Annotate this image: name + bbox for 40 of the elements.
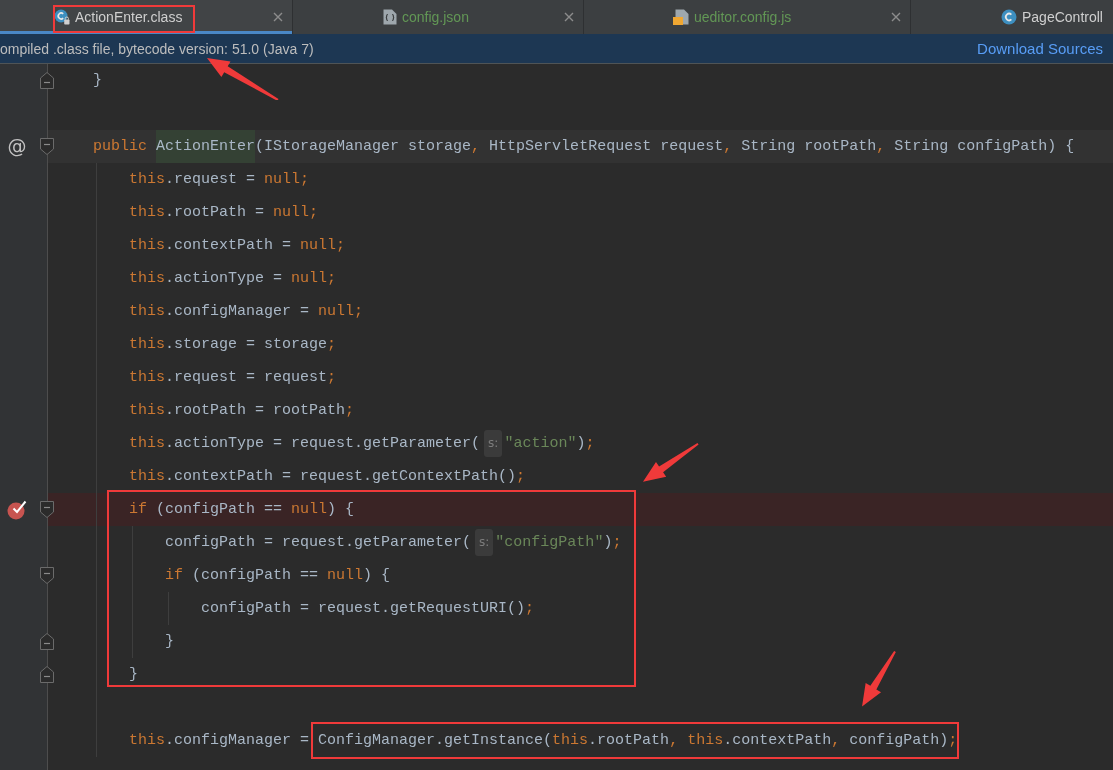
- annotation-arrow: [862, 651, 897, 707]
- code-line: }: [129, 665, 138, 685]
- gutter-marker[interactable]: @: [7, 137, 27, 156]
- download-sources-link[interactable]: Download Sources: [977, 40, 1103, 57]
- code-line: this.rootPath = null;: [129, 203, 319, 223]
- close-icon[interactable]: [564, 12, 574, 22]
- code-line: configPath = request.getRequestURI();: [201, 599, 535, 619]
- code-line: this.actionType = request.getParameter( s: "action");: [129, 427, 595, 460]
- fold-minus-icon[interactable]: [40, 666, 54, 683]
- code-line: this.contextPath = request.getContextPath();: [129, 467, 526, 487]
- code-line: this.configManager = null;: [129, 302, 364, 322]
- code-line: this.actionType = null;: [129, 269, 337, 289]
- annotation-arrow: [643, 443, 699, 482]
- close-icon[interactable]: [891, 12, 901, 22]
- code-line: this.configManager = ConfigManager.getInstance(this.rootPath, this.contextPath, configPath);: [129, 731, 958, 751]
- fold-minus-icon[interactable]: [40, 633, 54, 650]
- code-line: }: [93, 71, 102, 91]
- breakpoint-icon[interactable]: [7, 499, 27, 520]
- tagged-document-icon: [673, 9, 689, 25]
- banner-message: ompiled .class file, bytecode version: 51.0 (Java 7): [0, 40, 314, 57]
- code-line: if (configPath == null) {: [165, 566, 391, 586]
- locked-class-icon: [54, 9, 70, 25]
- code-line: this.rootPath = rootPath;: [129, 401, 355, 421]
- class-icon: [1001, 9, 1017, 25]
- editor-tab[interactable]: ActionEnter.class: [0, 0, 293, 34]
- code-line: this.storage = storage;: [129, 335, 337, 355]
- code-line: this.request = null;: [129, 170, 310, 190]
- code-line: this.contextPath = null;: [129, 236, 346, 256]
- fold-minus-icon[interactable]: [40, 72, 54, 89]
- annotation-arrow: [207, 57, 279, 101]
- code-line: if (configPath == null) {: [129, 500, 355, 520]
- fold-minus-icon[interactable]: [40, 567, 54, 584]
- code-line: public ActionEnter(IStorageManager storage, HttpServletRequest request, String rootPath, String configPath) {: [93, 130, 1075, 163]
- code-line: }: [165, 632, 174, 652]
- code-line: this.request = request;: [129, 368, 337, 388]
- code-line: configPath = request.getParameter( s: "configPath");: [165, 526, 622, 559]
- close-icon[interactable]: [273, 12, 283, 22]
- fold-minus-icon[interactable]: [40, 501, 54, 518]
- braces-document-icon: [383, 9, 397, 25]
- fold-minus-icon[interactable]: [40, 138, 54, 155]
